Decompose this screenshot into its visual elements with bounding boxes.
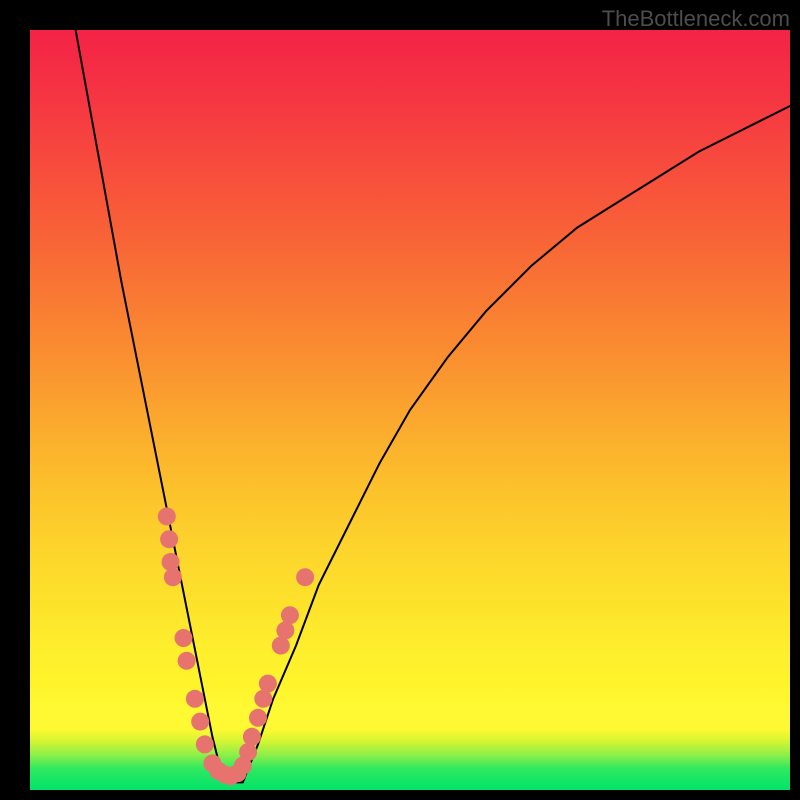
marker-dot bbox=[243, 728, 261, 746]
marker-dot bbox=[160, 530, 178, 548]
marker-dot bbox=[186, 690, 204, 708]
curve-svg bbox=[30, 30, 790, 790]
marker-dot bbox=[164, 568, 182, 586]
marker-dot bbox=[239, 743, 257, 761]
marker-dot bbox=[281, 606, 299, 624]
marker-dot bbox=[272, 637, 290, 655]
marker-dot bbox=[276, 621, 294, 639]
watermark-text: TheBottleneck.com bbox=[602, 6, 790, 32]
marker-dot bbox=[158, 507, 176, 525]
marker-dot bbox=[249, 709, 267, 727]
marker-dot bbox=[259, 675, 277, 693]
marker-dot bbox=[196, 735, 214, 753]
marker-dot bbox=[254, 690, 272, 708]
marker-dot bbox=[191, 713, 209, 731]
bottleneck-curve bbox=[76, 30, 790, 782]
sample-markers bbox=[158, 507, 314, 785]
marker-dot bbox=[296, 568, 314, 586]
plot-area bbox=[30, 30, 790, 790]
marker-dot bbox=[178, 652, 196, 670]
chart-frame: TheBottleneck.com bbox=[0, 0, 800, 800]
marker-dot bbox=[162, 553, 180, 571]
marker-dot bbox=[175, 629, 193, 647]
